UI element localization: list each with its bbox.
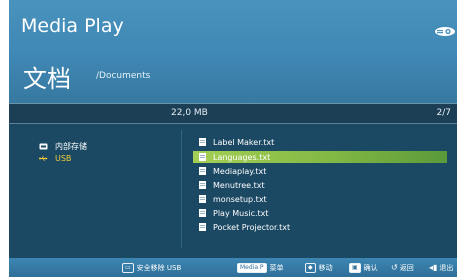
document-icon — [199, 195, 206, 203]
file-item[interactable]: Play Music.txt — [193, 207, 447, 219]
storage-item-label: USB — [55, 153, 72, 163]
hint-back[interactable]: ↺ 返回 — [391, 262, 414, 273]
hint-label: 移动 — [318, 263, 333, 272]
file-item[interactable]: Pocket Projector.txt — [193, 221, 447, 233]
folder-title: 文档 — [23, 65, 71, 93]
file-item[interactable]: Mediaplay.txt — [193, 165, 447, 177]
file-name: Menutree.txt — [213, 180, 265, 190]
document-icon — [199, 153, 206, 161]
panel-divider — [181, 130, 182, 248]
hint-menu[interactable]: Media P 菜单 — [237, 262, 284, 273]
hint-exit[interactable]: ◂▮ 退出 — [429, 262, 453, 273]
footer-hints: ▭ 安全移除 USB Media P 菜单 ◆ 移动 ▣ 确认 ↺ 返回 ◂▮ … — [9, 258, 457, 277]
document-icon — [199, 209, 206, 217]
content-area: 内部存储 USB Label Maker.txt Languages.txt M… — [9, 124, 457, 258]
projector-logo-icon — [435, 27, 455, 36]
info-bar: 22,0 MB 2/7 — [9, 103, 457, 124]
usb-icon — [39, 154, 48, 162]
internal-storage-icon — [39, 142, 48, 150]
file-item[interactable]: monsetup.txt — [193, 193, 447, 205]
file-name: Mediaplay.txt — [213, 166, 267, 176]
file-name: Pocket Projector.txt — [213, 222, 291, 232]
file-item[interactable]: Label Maker.txt — [193, 136, 447, 148]
hint-label: 返回 — [399, 263, 414, 272]
hint-label: 退出 — [439, 263, 454, 272]
file-item-selected[interactable]: Languages.txt — [193, 151, 447, 163]
storage-item-label: 内部存储 — [55, 141, 87, 151]
media-p-key-icon: Media P — [237, 262, 267, 273]
folder-path: /Documents — [96, 71, 151, 81]
document-icon — [199, 167, 206, 175]
document-icon — [199, 138, 206, 146]
document-icon — [199, 223, 206, 231]
move-key-icon: ◆ — [305, 262, 316, 273]
hint-label: 菜单 — [269, 263, 284, 272]
app-title: Media Play — [21, 15, 124, 37]
hint-label: 确认 — [363, 263, 378, 272]
media-play-screen: Media Play 文档 /Documents 22,0 MB 2/7 内部存… — [9, 0, 457, 277]
storage-item-internal[interactable]: 内部存储 — [39, 140, 87, 152]
hint-confirm[interactable]: ▣ 确认 — [349, 262, 378, 273]
header: Media Play 文档 /Documents — [9, 0, 457, 103]
file-item[interactable]: Menutree.txt — [193, 179, 447, 191]
storage-item-usb[interactable]: USB — [39, 152, 71, 164]
hint-label: 安全移除 USB — [136, 263, 182, 272]
total-size: 22,0 MB — [171, 108, 208, 118]
document-icon — [199, 181, 206, 189]
hint-safe-remove[interactable]: ▭ 安全移除 USB — [122, 262, 181, 273]
back-icon: ↺ — [391, 263, 398, 272]
file-name: Label Maker.txt — [213, 137, 275, 147]
confirm-key-icon: ▣ — [349, 262, 361, 273]
hint-move[interactable]: ◆ 移动 — [305, 262, 333, 273]
file-name: Languages.txt — [213, 152, 271, 162]
exit-icon: ◂▮ — [429, 263, 438, 272]
safe-remove-key-icon: ▭ — [122, 262, 134, 273]
file-name: monsetup.txt — [213, 194, 267, 204]
file-name: Play Music.txt — [213, 208, 269, 218]
page-indicator: 2/7 — [436, 108, 451, 118]
